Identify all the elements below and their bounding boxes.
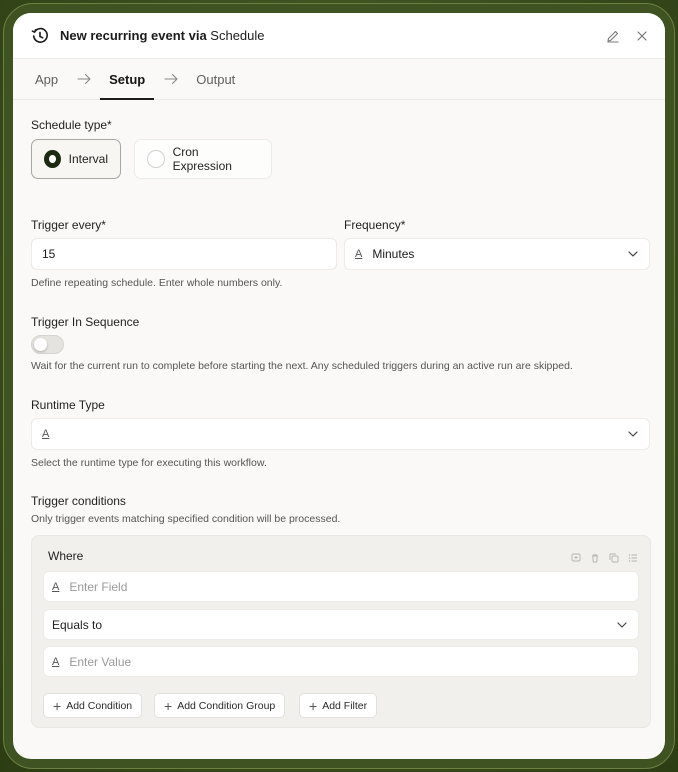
trigger-every-label: Trigger every* xyxy=(31,218,106,232)
trigger-every-value: 15 xyxy=(42,247,56,261)
plus-icon: + xyxy=(53,697,62,714)
trigger-every-help: Define repeating schedule. Enter whole n… xyxy=(31,277,283,289)
text-type-icon: A xyxy=(52,580,60,593)
radio-interval-label: Interval xyxy=(68,152,108,166)
text-type-icon: A xyxy=(355,248,363,260)
trigger-conditions-help: Only trigger events matching specified c… xyxy=(31,513,341,525)
radio-dot xyxy=(147,150,165,168)
condition-field-input[interactable]: A Enter Field xyxy=(43,571,639,602)
add-comment-icon[interactable] xyxy=(571,550,581,562)
chevron-down-icon xyxy=(628,251,638,257)
add-condition-button[interactable]: + Add Condition xyxy=(43,693,143,718)
schedule-modal: New recurring event via Schedule App Set… xyxy=(13,13,665,759)
plus-icon: + xyxy=(164,697,173,714)
sequence-help: Wait for the current run to complete bef… xyxy=(31,360,573,372)
step-output[interactable]: Output xyxy=(195,59,236,100)
trigger-conditions-label: Trigger conditions xyxy=(31,494,126,508)
condition-actions xyxy=(562,550,638,563)
close-icon[interactable] xyxy=(635,29,649,43)
add-condition-group-button[interactable]: + Add Condition Group xyxy=(154,693,286,718)
schedule-type-label: Schedule type* xyxy=(31,118,112,132)
trigger-every-input[interactable]: 15 xyxy=(31,238,337,270)
chevron-down-icon xyxy=(617,621,627,628)
frequency-select[interactable]: A Minutes xyxy=(344,238,650,270)
value-placeholder: Enter Value xyxy=(69,654,132,669)
field-placeholder: Enter Field xyxy=(69,579,128,594)
sequence-label: Trigger In Sequence xyxy=(31,315,140,329)
operator-value: Equals to xyxy=(52,617,103,632)
sequence-toggle[interactable] xyxy=(31,335,64,354)
radio-interval[interactable]: Interval xyxy=(31,139,121,179)
radio-cron-expression[interactable]: Cron Expression xyxy=(134,139,272,179)
runtime-type-label: Runtime Type xyxy=(31,398,105,412)
schedule-clock-icon xyxy=(31,27,48,43)
edit-icon[interactable] xyxy=(606,29,620,43)
chevron-down-icon xyxy=(628,431,638,437)
arrow-right-icon xyxy=(164,73,178,85)
frequency-value: Minutes xyxy=(372,247,415,261)
modal-header: New recurring event via Schedule xyxy=(13,13,665,59)
modal-title: New recurring event via Schedule xyxy=(60,28,265,43)
list-icon[interactable] xyxy=(628,550,638,562)
add-filter-button[interactable]: + Add Filter xyxy=(299,693,378,718)
add-condition-group-label: Add Condition Group xyxy=(177,699,276,712)
add-filter-label: Add Filter xyxy=(322,699,368,712)
title-app-name: Schedule xyxy=(210,28,265,43)
copy-icon[interactable] xyxy=(609,550,619,563)
add-condition-label: Add Condition xyxy=(66,699,133,712)
condition-value-input[interactable]: A Enter Value xyxy=(43,646,639,677)
frequency-label: Frequency* xyxy=(344,218,406,232)
arrow-right-icon xyxy=(77,73,91,85)
where-label: Where xyxy=(48,549,84,563)
text-type-icon: A xyxy=(52,655,60,668)
runtime-type-help: Select the runtime type for executing th… xyxy=(31,457,267,469)
radio-dot-selected xyxy=(44,150,61,168)
step-nav: App Setup Output xyxy=(13,59,665,100)
condition-group: Where A Enter Field Equals to A Enter Va… xyxy=(31,535,651,728)
toggle-knob xyxy=(34,338,47,351)
trash-icon[interactable] xyxy=(590,550,600,563)
radio-cron-label: Cron Expression xyxy=(172,145,232,173)
plus-icon: + xyxy=(309,697,318,714)
step-setup[interactable]: Setup xyxy=(100,59,155,100)
condition-operator-select[interactable]: Equals to xyxy=(43,609,639,640)
step-app[interactable]: App xyxy=(34,59,59,100)
text-type-icon: A xyxy=(42,428,50,440)
runtime-type-select[interactable]: A xyxy=(31,418,650,450)
title-prefix: New recurring event via xyxy=(60,28,207,43)
